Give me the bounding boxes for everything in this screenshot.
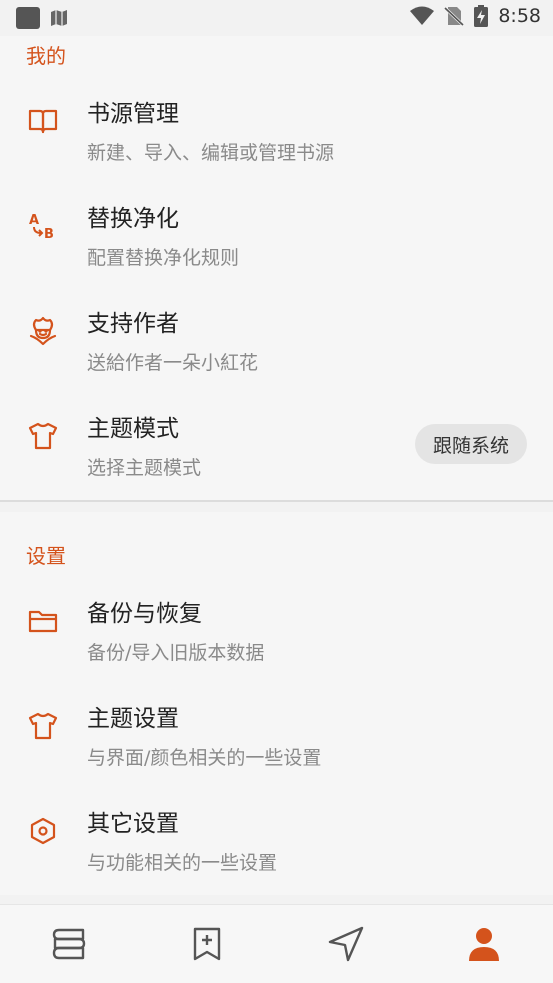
no-sim-icon (444, 6, 465, 26)
item-title: 备份与恢复 (87, 601, 202, 627)
item-title: 支持作者 (87, 311, 179, 337)
section-title-mine: 我的 (26, 44, 66, 68)
bookshelf-icon (52, 928, 86, 960)
hexagon-icon (28, 816, 58, 846)
item-subtitle: 选择主题模式 (87, 457, 202, 479)
map-icon (51, 10, 67, 26)
folder-icon (28, 606, 58, 636)
item-title: 其它设置 (87, 811, 179, 837)
item-title: 主题模式 (87, 416, 179, 442)
status-bar: 8:58 (0, 0, 553, 36)
replace-ab-icon: A B (28, 211, 58, 241)
svg-text:A: A (29, 213, 39, 228)
section-divider (0, 500, 553, 502)
item-title: 替换净化 (87, 206, 179, 232)
item-subtitle: 与界面/颜色相关的一些设置 (87, 747, 322, 769)
item-title: 主题设置 (87, 706, 179, 732)
nav-rss[interactable] (316, 914, 376, 974)
item-theme-settings[interactable]: 主题设置 与界面/颜色相关的一些设置 (0, 685, 553, 790)
item-subtitle: 与功能相关的一些设置 (87, 852, 278, 874)
item-replace-rule[interactable]: A B 替换净化 配置替换净化规则 (0, 185, 553, 290)
bookmark-add-icon (194, 927, 221, 961)
status-left (16, 7, 68, 29)
item-subtitle: 新建、导入、编辑或管理书源 (87, 142, 335, 164)
tshirt-icon (28, 711, 58, 741)
item-backup-restore[interactable]: 备份与恢复 备份/导入旧版本数据 (0, 580, 553, 685)
item-title: 书源管理 (87, 101, 179, 127)
item-subtitle: 配置替换净化规则 (87, 247, 240, 269)
section-title-settings: 设置 (26, 544, 66, 568)
theme-mode-chip[interactable]: 跟随系统 (414, 424, 527, 464)
flower-icon (28, 316, 58, 346)
status-right: 8:58 (410, 5, 541, 27)
item-other-settings[interactable]: 其它设置 与功能相关的一些设置 (0, 790, 553, 895)
nav-bookshelf[interactable] (39, 914, 99, 974)
item-subtitle: 送給作者一朵小紅花 (87, 352, 259, 374)
section-mine: 我的 书源管理 新建、导入、编辑或管理书源 A B 替换净化 配置替换净化规则 (0, 36, 553, 500)
nav-explore[interactable] (177, 914, 237, 974)
section-settings: 设置 备份与恢复 备份/导入旧版本数据 主题设置 与界面/颜色相关的一些设置 其… (0, 512, 553, 895)
battery-charging-icon (474, 5, 489, 27)
tshirt-icon (28, 421, 58, 451)
item-support-author[interactable]: 支持作者 送給作者一朵小紅花 (0, 290, 553, 395)
app-notification-icon (16, 7, 40, 29)
item-theme-mode[interactable]: 主题模式 选择主题模式 跟随系统 (0, 395, 553, 500)
book-icon (28, 106, 58, 136)
nav-my[interactable] (454, 914, 514, 974)
svg-text:B: B (44, 227, 54, 241)
person-icon (468, 928, 499, 961)
status-time: 8:58 (498, 5, 541, 27)
navigation-icon (328, 926, 363, 962)
wifi-icon (410, 6, 435, 25)
bottom-nav (0, 904, 553, 983)
item-book-source[interactable]: 书源管理 新建、导入、编辑或管理书源 (0, 80, 553, 185)
item-subtitle: 备份/导入旧版本数据 (87, 642, 265, 664)
